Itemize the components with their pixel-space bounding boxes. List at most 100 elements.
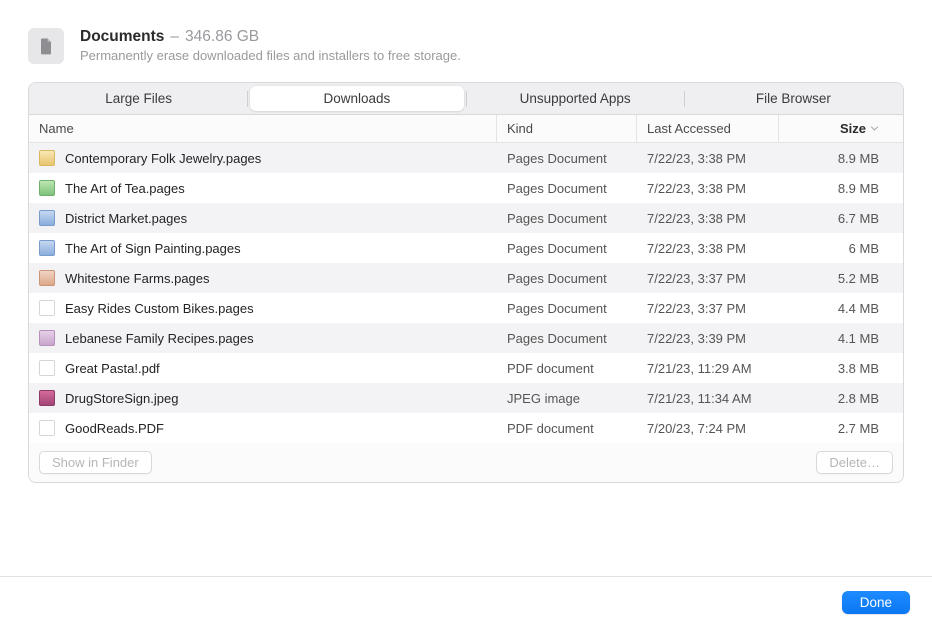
cell-name: DrugStoreSign.jpeg <box>29 390 497 406</box>
show-in-finder-button[interactable]: Show in Finder <box>39 451 152 474</box>
cell-name: Easy Rides Custom Bikes.pages <box>29 300 497 316</box>
file-name: Easy Rides Custom Bikes.pages <box>65 301 254 316</box>
cell-last-accessed: 7/21/23, 11:34 AM <box>637 391 779 406</box>
cell-kind: Pages Document <box>497 211 637 226</box>
cell-name: Great Pasta!.pdf <box>29 360 497 376</box>
cell-size: 8.9 MB <box>779 181 889 196</box>
table-row[interactable]: District Market.pages Pages Document7/22/… <box>29 203 903 233</box>
cell-last-accessed: 7/22/23, 3:38 PM <box>637 181 779 196</box>
tab-large-files[interactable]: Large Files <box>32 86 245 111</box>
cell-name: Lebanese Family Recipes.pages <box>29 330 497 346</box>
cell-size: 6.7 MB <box>779 211 889 226</box>
chevron-down-icon <box>870 124 879 133</box>
documents-panel: Large Files Downloads Unsupported Apps F… <box>28 82 904 483</box>
file-name: Contemporary Folk Jewelry.pages <box>65 151 261 166</box>
cell-last-accessed: 7/20/23, 7:24 PM <box>637 421 779 436</box>
cell-name: The Art of Sign Painting.pages <box>29 240 497 256</box>
cell-kind: PDF document <box>497 361 637 376</box>
cell-name: GoodReads.PDF <box>29 420 497 436</box>
cell-kind: Pages Document <box>497 151 637 166</box>
cell-last-accessed: 7/21/23, 11:29 AM <box>637 361 779 376</box>
file-name: DrugStoreSign.jpeg <box>65 391 178 406</box>
cell-kind: Pages Document <box>497 181 637 196</box>
file-thumbnail-icon <box>39 210 55 226</box>
documents-category-icon <box>28 28 64 64</box>
file-thumbnail-icon <box>39 240 55 256</box>
cell-size: 8.9 MB <box>779 151 889 166</box>
bottom-bar: Done <box>0 576 932 628</box>
cell-last-accessed: 7/22/23, 3:38 PM <box>637 211 779 226</box>
column-size-label: Size <box>840 121 866 136</box>
tab-downloads[interactable]: Downloads <box>250 86 463 111</box>
file-thumbnail-icon <box>39 330 55 346</box>
file-name: District Market.pages <box>65 211 187 226</box>
cell-kind: Pages Document <box>497 301 637 316</box>
table-row[interactable]: The Art of Sign Painting.pages Pages Docu… <box>29 233 903 263</box>
column-size[interactable]: Size <box>779 115 889 142</box>
column-last-accessed[interactable]: Last Accessed <box>637 115 779 142</box>
cell-size: 3.8 MB <box>779 361 889 376</box>
column-name-label: Name <box>39 121 74 136</box>
column-name[interactable]: Name <box>29 115 497 142</box>
cell-size: 4.4 MB <box>779 301 889 316</box>
header-subtitle: Permanently erase downloaded files and i… <box>80 48 461 63</box>
table-row[interactable]: Contemporary Folk Jewelry.pages Pages Doc… <box>29 143 903 173</box>
tab-file-browser[interactable]: File Browser <box>687 86 900 111</box>
table-row[interactable]: Lebanese Family Recipes.pages Pages Docum… <box>29 323 903 353</box>
file-name: The Art of Sign Painting.pages <box>65 241 241 256</box>
cell-name: Whitestone Farms.pages <box>29 270 497 286</box>
column-kind[interactable]: Kind <box>497 115 637 142</box>
cell-name: District Market.pages <box>29 210 497 226</box>
file-thumbnail-icon <box>39 150 55 166</box>
table-row[interactable]: DrugStoreSign.jpeg JPEG image7/21/23, 11:… <box>29 383 903 413</box>
column-kind-label: Kind <box>507 121 533 136</box>
cell-size: 4.1 MB <box>779 331 889 346</box>
cell-last-accessed: 7/22/23, 3:38 PM <box>637 241 779 256</box>
file-name: The Art of Tea.pages <box>65 181 185 196</box>
cell-size: 5.2 MB <box>779 271 889 286</box>
file-thumbnail-icon <box>39 360 55 376</box>
header: Documents – 346.86 GB Permanently erase … <box>28 28 904 64</box>
file-name: Great Pasta!.pdf <box>65 361 160 376</box>
cell-kind: Pages Document <box>497 331 637 346</box>
tab-separator <box>684 91 685 107</box>
header-title: Documents <box>80 28 164 46</box>
cell-size: 2.7 MB <box>779 421 889 436</box>
table-row[interactable]: The Art of Tea.pages Pages Document7/22/2… <box>29 173 903 203</box>
table-row[interactable]: Great Pasta!.pdf PDF document7/21/23, 11:… <box>29 353 903 383</box>
file-thumbnail-icon <box>39 270 55 286</box>
file-thumbnail-icon <box>39 300 55 316</box>
cell-kind: PDF document <box>497 421 637 436</box>
tab-separator <box>247 91 248 107</box>
cell-kind: JPEG image <box>497 391 637 406</box>
column-headers: Name Kind Last Accessed Size <box>29 115 903 143</box>
cell-last-accessed: 7/22/23, 3:39 PM <box>637 331 779 346</box>
file-thumbnail-icon <box>39 180 55 196</box>
panel-footer: Show in Finder Delete… <box>29 443 903 482</box>
table-row[interactable]: GoodReads.PDF PDF document7/20/23, 7:24 P… <box>29 413 903 443</box>
cell-last-accessed: 7/22/23, 3:37 PM <box>637 271 779 286</box>
file-name: Lebanese Family Recipes.pages <box>65 331 254 346</box>
tab-separator <box>466 91 467 107</box>
file-thumbnail-icon <box>39 420 55 436</box>
done-button[interactable]: Done <box>842 591 910 614</box>
column-last-accessed-label: Last Accessed <box>647 121 731 136</box>
tab-unsupported-apps[interactable]: Unsupported Apps <box>469 86 682 111</box>
delete-button[interactable]: Delete… <box>816 451 893 474</box>
header-separator: – <box>170 28 179 46</box>
cell-last-accessed: 7/22/23, 3:38 PM <box>637 151 779 166</box>
file-list[interactable]: Contemporary Folk Jewelry.pages Pages Doc… <box>29 143 903 443</box>
cell-kind: Pages Document <box>497 241 637 256</box>
cell-name: Contemporary Folk Jewelry.pages <box>29 150 497 166</box>
header-size: 346.86 GB <box>185 28 259 46</box>
cell-size: 6 MB <box>779 241 889 256</box>
file-name: GoodReads.PDF <box>65 421 164 436</box>
cell-kind: Pages Document <box>497 271 637 286</box>
view-tabs: Large Files Downloads Unsupported Apps F… <box>29 83 903 115</box>
storage-documents-window: Documents – 346.86 GB Permanently erase … <box>0 0 932 628</box>
table-row[interactable]: Easy Rides Custom Bikes.pages Pages Docum… <box>29 293 903 323</box>
cell-name: The Art of Tea.pages <box>29 180 497 196</box>
table-row[interactable]: Whitestone Farms.pagesPages Document7/22… <box>29 263 903 293</box>
cell-last-accessed: 7/22/23, 3:37 PM <box>637 301 779 316</box>
file-thumbnail-icon <box>39 390 55 406</box>
